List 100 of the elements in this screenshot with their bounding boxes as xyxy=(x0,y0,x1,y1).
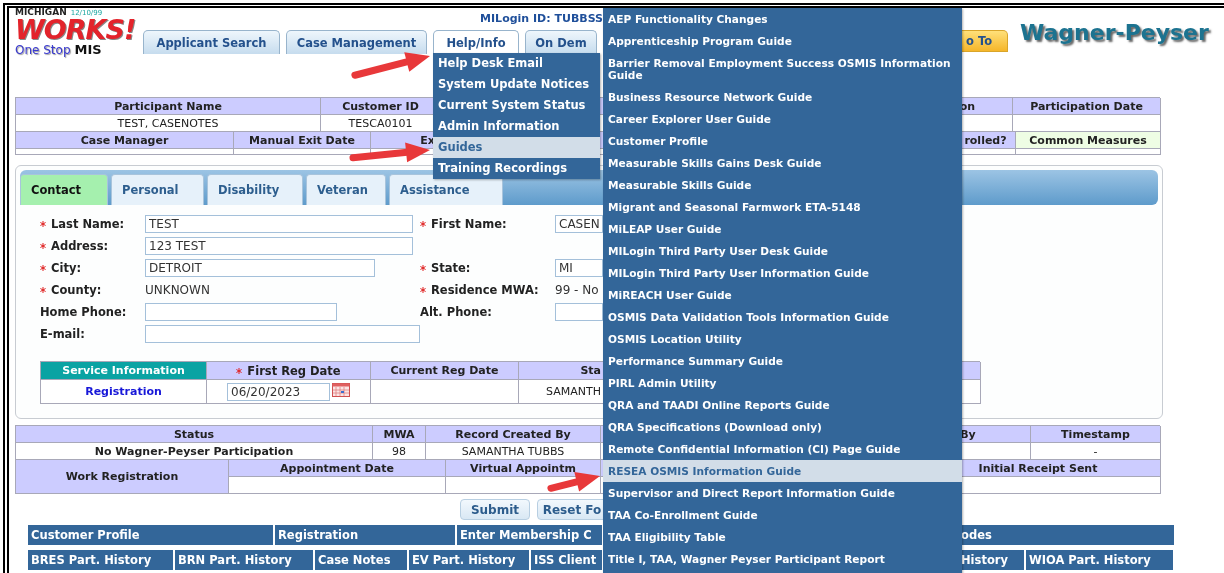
column-header: Current Reg Date xyxy=(371,362,519,380)
menu-item[interactable]: Title I, TAA, Wagner Peyser Participant Report xyxy=(603,548,962,570)
field-label: Residence MWA: xyxy=(420,282,555,297)
column-header: First Reg Date xyxy=(236,363,341,378)
input-field[interactable] xyxy=(145,302,337,321)
input-field[interactable] xyxy=(145,324,420,343)
logo-state-text: MICHIGAN xyxy=(15,8,67,17)
table-cell: - xyxy=(1031,443,1161,460)
nav-link[interactable]: Enter Membership C xyxy=(457,525,602,545)
column-header: Timestamp xyxy=(1031,426,1161,443)
nav-link[interactable]: Registration xyxy=(275,525,455,545)
registration-link[interactable]: Registration xyxy=(85,385,162,398)
field-label: Address: xyxy=(40,238,145,253)
menu-item[interactable]: TAA Eligibility Table xyxy=(603,526,962,548)
column-header: Common Measures xyxy=(1016,132,1161,149)
input-field[interactable]: CASEN xyxy=(555,214,603,233)
field-label: County: xyxy=(40,282,145,297)
section-tab[interactable]: Contact xyxy=(20,174,108,205)
row-header: Work Registration xyxy=(16,460,229,494)
section-tab[interactable]: Disability xyxy=(207,174,303,205)
column-header: Sta xyxy=(519,362,604,380)
menu-item[interactable]: Barrier Removal Employment Success OSMIS Information Guide xyxy=(603,52,962,86)
login-id-text: MILogin ID: TUBBSS xyxy=(480,11,603,27)
menu-item[interactable]: Measurable Skills Guide xyxy=(603,174,962,196)
required-icon xyxy=(236,367,243,374)
logo-subtitle: MIS xyxy=(74,43,102,56)
required-icon xyxy=(420,286,426,293)
nav-link[interactable]: BRN Part. History xyxy=(175,550,313,570)
menu-item[interactable]: OSMIS Data Validation Tools Information Guide xyxy=(603,306,962,328)
nav-link[interactable]: EV Part. History xyxy=(409,550,529,570)
required-icon xyxy=(40,264,46,271)
section-tab[interactable]: Personal xyxy=(111,174,204,205)
required-icon xyxy=(40,220,46,227)
section-tab[interactable]: Veteran xyxy=(306,174,386,205)
go-to-button[interactable]: o To xyxy=(962,30,1008,52)
menu-item[interactable]: Career Explorer User Guide xyxy=(603,108,962,130)
menu-item[interactable]: Training Recordings xyxy=(433,158,600,179)
pointer-arrow xyxy=(547,472,600,492)
column-header: MWA xyxy=(373,426,426,443)
nav-tab[interactable]: Applicant Search xyxy=(143,30,280,54)
column-header: Service Information xyxy=(41,362,207,380)
field-label: Alt. Phone: xyxy=(420,304,493,319)
menu-item[interactable]: System Update Notices xyxy=(433,74,600,95)
menu-item[interactable]: Help Desk Email xyxy=(433,53,600,74)
menu-item[interactable]: Business Resource Network Guide xyxy=(603,86,962,108)
field-value: UNKNOWN xyxy=(145,282,210,297)
table-cell: 98 xyxy=(373,443,426,460)
menu-item[interactable]: Performance Summary Guide xyxy=(603,350,962,372)
input-field[interactable]: DETROIT xyxy=(145,258,375,277)
date-field[interactable]: 06/20/2023 xyxy=(227,382,330,401)
menu-item[interactable]: MILogin Third Party User Information Guide xyxy=(603,262,962,284)
table-cell: TEST, CASENOTES xyxy=(16,115,321,132)
nav-link[interactable]: Customer Profile xyxy=(28,525,273,545)
logo-brand-text: WORKS! xyxy=(15,16,137,43)
menu-item[interactable]: Measurable Skills Gains Desk Guide xyxy=(603,152,962,174)
menu-item[interactable]: Guides xyxy=(433,137,600,158)
submit-button[interactable]: Submit xyxy=(460,499,530,520)
nav-tab[interactable]: Case Management xyxy=(286,30,427,54)
required-icon xyxy=(40,242,46,249)
input-field[interactable]: 123 TEST xyxy=(145,236,413,255)
field-label: Last Name: xyxy=(40,216,145,231)
menu-item[interactable]: MiLEAP User Guide xyxy=(603,218,962,240)
input-field[interactable]: MI xyxy=(555,258,603,277)
input-field[interactable]: TEST xyxy=(145,214,413,233)
menu-item[interactable]: OSMIS Location Utility xyxy=(603,328,962,350)
menu-item[interactable]: Supervisor and Direct Report Information Guide xyxy=(603,482,962,504)
menu-item[interactable]: QRA Specifications (Download only) xyxy=(603,416,962,438)
column-header: Appointment Date xyxy=(229,460,446,477)
column-header: Participant Name xyxy=(16,98,321,115)
menu-item[interactable]: Customer Profile xyxy=(603,130,962,152)
menu-item[interactable]: Remote Confidential Information (CI) Page Guide xyxy=(603,438,962,460)
menu-item[interactable]: RESEA OSMIS Information Guide xyxy=(603,460,962,482)
field-label: E-mail: xyxy=(40,326,86,341)
nav-link[interactable]: BRES Part. History xyxy=(28,550,173,570)
nav-tab[interactable]: Help/Info xyxy=(433,30,519,54)
column-header: Record Created By xyxy=(426,426,601,443)
input-field[interactable] xyxy=(555,302,603,321)
nav-link[interactable]: WIOA Part. History xyxy=(1026,550,1173,570)
field-value: 99 - No xyxy=(555,282,599,297)
field-label: City: xyxy=(40,260,145,275)
column-header: Case Manager xyxy=(16,132,234,149)
nav-link[interactable]: Case Notes xyxy=(315,550,407,570)
nav-link[interactable]: ISS Client xyxy=(531,550,602,570)
column-header: Manual Exit Date xyxy=(234,132,371,149)
table-cell: SAMANTHA TUBBS xyxy=(426,443,601,460)
calendar-icon[interactable] xyxy=(332,382,350,397)
field-label: State: xyxy=(420,260,555,275)
logo-subtitle: One Stop xyxy=(15,44,71,56)
menu-item[interactable]: Migrant and Seasonal Farmwork ETA-5148 xyxy=(603,196,962,218)
field-label: First Name: xyxy=(420,216,555,231)
menu-item[interactable]: PIRL Admin Utility xyxy=(603,372,962,394)
menu-item[interactable]: AEP Functionality Changes xyxy=(603,8,962,30)
column-header: Virtual Appointm xyxy=(446,460,601,477)
menu-item[interactable]: TAA Co-Enrollment Guide xyxy=(603,504,962,526)
menu-item[interactable]: Apprenticeship Program Guide xyxy=(603,30,962,52)
menu-item[interactable]: MILogin Third Party User Desk Guide xyxy=(603,240,962,262)
menu-item[interactable]: MiREACH User Guide xyxy=(603,284,962,306)
nav-tab[interactable]: On Dem xyxy=(525,30,597,54)
required-icon xyxy=(420,220,426,227)
menu-item[interactable]: QRA and TAADI Online Reports Guide xyxy=(603,394,962,416)
